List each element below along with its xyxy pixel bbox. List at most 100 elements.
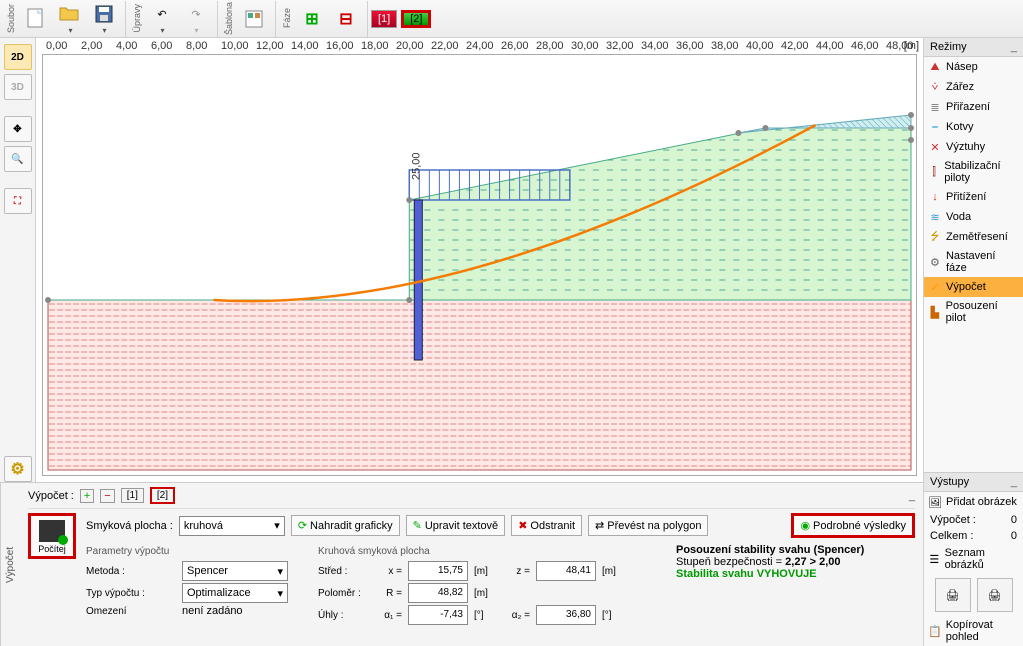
alpha2-input[interactable]: 36,80 — [536, 605, 596, 625]
right-panel: Režimy_ ⛰Násep⩒Zářez≣Přiřazení⎯Kotvy✕Výz… — [923, 38, 1023, 646]
load-value: 25,00 — [410, 153, 422, 180]
dropdown-arrow-icon: ▾ — [68, 26, 72, 35]
mode-item-4[interactable]: ✕Výztuhy — [924, 137, 1023, 157]
image-list-button[interactable]: ☰Seznam obrázků — [924, 544, 1023, 574]
calculate-button[interactable]: Počítej — [28, 513, 76, 559]
phase-2-button[interactable]: [2] — [401, 10, 431, 28]
bottom-tab-label: Výpočet — [0, 483, 20, 646]
minimize-icon[interactable]: _ — [1011, 476, 1017, 488]
dropdown-arrow-icon: ▾ — [102, 26, 106, 35]
calc-phase-2[interactable]: [2] — [150, 487, 175, 504]
pile — [414, 200, 422, 360]
dropdown-arrow-icon: ▾ — [277, 565, 283, 578]
mode-label: Stabilizační piloty — [944, 160, 1019, 184]
print-button-2[interactable]: 🖨 — [977, 578, 1013, 612]
minimize-icon[interactable]: _ — [909, 490, 915, 502]
convert-polygon-button[interactable]: ⇄Převést na polygon — [588, 515, 708, 536]
soil-layer-2 — [48, 300, 911, 470]
slip-type-select[interactable]: kruhová▾ — [179, 516, 285, 536]
mode-label: Zemětřesení — [946, 231, 1008, 243]
remove-phase-button[interactable]: ⊟ — [329, 2, 363, 36]
phase-group: Fáze ⊞ ⊟ — [278, 1, 368, 37]
pencil-icon: ✎ — [413, 519, 422, 532]
mode-icon: ≣ — [928, 100, 942, 114]
minimize-icon[interactable]: _ — [1011, 41, 1017, 53]
calc-type-select[interactable]: Optimalizace▾ — [182, 583, 288, 603]
mode-item-1[interactable]: ⩒ Zářez — [924, 77, 1023, 97]
ruler-unit: [m] — [904, 40, 919, 52]
undo-button[interactable]: ↶▾ — [145, 2, 179, 36]
mode-icon: ▙ — [928, 305, 942, 319]
mode-item-5[interactable]: ⫿Stabilizační piloty — [924, 157, 1023, 187]
mode-label: Zářez — [946, 81, 974, 93]
cpu-icon — [39, 520, 65, 542]
mode-item-7[interactable]: ≋ Voda — [924, 207, 1023, 227]
mode-icon: ⚙ — [928, 255, 942, 269]
save-file-button[interactable]: ▾ — [87, 2, 121, 36]
mode-icon: ⎯ — [928, 120, 942, 134]
template-button[interactable] — [237, 2, 271, 36]
mode-label: Násep — [946, 61, 978, 73]
convert-icon: ⇄ — [595, 519, 604, 532]
mode-label: Posouzení pilot — [946, 300, 1019, 324]
mode-item-10[interactable]: ✓ Výpočet — [924, 277, 1023, 297]
drawing-viewport[interactable]: 25,00 — [42, 54, 917, 476]
mode-item-3[interactable]: ⎯Kotvy — [924, 117, 1023, 137]
mode-item-8[interactable]: ⭍Zemětřesení — [924, 227, 1023, 247]
mode-item-11[interactable]: ▙ Posouzení pilot — [924, 297, 1023, 327]
view-2d-button[interactable]: 2D — [4, 44, 32, 70]
mode-icon: ≋ — [928, 210, 942, 224]
modes-list: ⛰Násep ⩒ Zářez ≣ Přiřazení ⎯Kotvy✕Výztuhy⫿Sta… — [924, 57, 1023, 472]
bottom-panel: Výpočet Výpočet : + − [1] [2] _ Počítej … — [0, 482, 923, 646]
view-3d-button[interactable]: 3D — [4, 74, 32, 100]
replace-graphically-button[interactable]: ⟳Nahradit graficky — [291, 515, 400, 536]
output-count-total: Celkem :0 — [924, 528, 1023, 544]
new-file-button[interactable] — [19, 2, 53, 36]
remove-calc-button[interactable]: − — [100, 489, 114, 503]
print-buttons: 🖨 🖨 — [924, 574, 1023, 616]
fit-view-button[interactable]: ⛶ — [4, 188, 32, 214]
alpha1-input[interactable]: -7,43 — [408, 605, 468, 625]
template-group-label: Šablona — [224, 2, 234, 35]
edit-text-button[interactable]: ✎Upravit textově — [406, 515, 506, 536]
add-image-button[interactable]: 🖼Přidat obrázek — [924, 492, 1023, 512]
z-input[interactable]: 48,41 — [536, 561, 596, 581]
mode-item-6[interactable]: ↓Přitížení — [924, 187, 1023, 207]
dropdown-arrow-icon: ▾ — [194, 26, 198, 35]
copy-view-button[interactable]: 📋Kopírovat pohled — [924, 616, 1023, 646]
open-file-button[interactable]: ▾ — [53, 2, 87, 36]
x-input[interactable]: 15,75 — [408, 561, 468, 581]
add-image-icon: 🖼 — [928, 495, 942, 509]
mode-item-0[interactable]: ⛰Násep — [924, 57, 1023, 77]
add-calc-button[interactable]: + — [80, 489, 94, 503]
pan-tool-button[interactable]: ✥ — [4, 116, 32, 142]
settings-button[interactable]: ⚙ — [4, 456, 32, 482]
method-select[interactable]: Spencer▾ — [182, 561, 288, 581]
calc-phase-1[interactable]: [1] — [121, 488, 144, 503]
mode-item-9[interactable]: ⚙Nastavení fáze — [924, 247, 1023, 277]
r-input[interactable]: 48,82 — [408, 583, 468, 603]
calc-phases-row: Výpočet : + − [1] [2] _ — [28, 487, 915, 509]
remove-button[interactable]: ✖Odstranit — [511, 515, 582, 536]
template-group: Šablona — [220, 1, 276, 37]
redo-button[interactable]: ↷▾ — [179, 2, 213, 36]
mode-icon: ✓ — [928, 280, 942, 294]
print-button-1[interactable]: 🖨 — [935, 578, 971, 612]
output-count-calc: Výpočet :0 — [924, 512, 1023, 528]
detailed-results-button[interactable]: ◉Podrobné výsledky — [791, 513, 915, 538]
edit-group: Úpravy ↶▾ ↷▾ — [128, 1, 218, 37]
mode-label: Voda — [946, 211, 971, 223]
mode-label: Přiřazení — [946, 101, 990, 113]
dropdown-arrow-icon: ▾ — [277, 587, 283, 600]
phase-1-button[interactable]: [1] — [371, 10, 397, 28]
refresh-icon: ⟳ — [298, 519, 307, 532]
zoom-tool-button[interactable]: 🔍 — [4, 146, 32, 172]
mode-item-2[interactable]: ≣ Přiřazení — [924, 97, 1023, 117]
mode-icon: ⩒ — [928, 80, 942, 94]
mode-label: Výpočet — [946, 281, 986, 293]
file-group-label: Soubor — [6, 4, 16, 33]
printer-icon: 🖨 — [988, 589, 1002, 602]
add-phase-button[interactable]: ⊞ — [295, 2, 329, 36]
outputs-title: Výstupy_ — [924, 473, 1023, 492]
dropdown-arrow-icon: ▾ — [160, 26, 164, 35]
